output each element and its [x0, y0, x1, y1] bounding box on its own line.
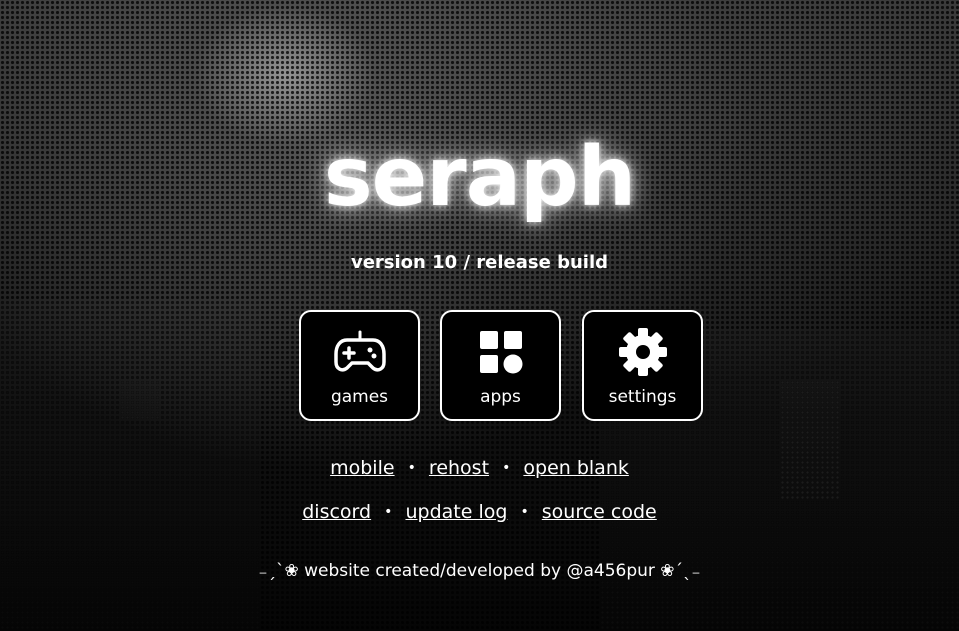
main-content: seraph version 10 / release build games — [0, 0, 959, 631]
nav-tiles: games apps settings — [299, 310, 709, 422]
gear-icon — [584, 328, 701, 376]
discord-link[interactable]: discord — [302, 501, 371, 523]
apps-button[interactable]: apps — [440, 310, 561, 421]
games-button[interactable]: games — [299, 310, 420, 421]
settings-button[interactable]: settings — [582, 310, 703, 421]
apps-label: apps — [480, 387, 521, 407]
page: seraph version 10 / release build games — [0, 0, 959, 631]
separator-dot: • — [384, 504, 393, 520]
apps-grid-icon — [442, 328, 559, 376]
version-text: version 10 / release build — [350, 252, 609, 273]
open-blank-link[interactable]: open blank — [523, 457, 628, 479]
separator-dot: • — [520, 504, 529, 520]
separator-dot: • — [502, 460, 511, 476]
settings-label: settings — [608, 387, 677, 407]
site-title: seraph — [323, 130, 636, 225]
links-row-secondary: discord • update log • source code — [0, 501, 959, 523]
games-label: games — [330, 387, 389, 407]
gamepad-icon — [301, 328, 418, 376]
update-log-link[interactable]: update log — [405, 501, 507, 523]
credits-footer: ₋ˏˋ❀ website created/developed by @a456p… — [258, 561, 701, 581]
source-code-link[interactable]: source code — [542, 501, 657, 523]
mobile-link[interactable]: mobile — [330, 457, 394, 479]
links-row-primary: mobile • rehost • open blank — [0, 457, 959, 479]
separator-dot: • — [407, 460, 416, 476]
rehost-link[interactable]: rehost — [429, 457, 489, 479]
